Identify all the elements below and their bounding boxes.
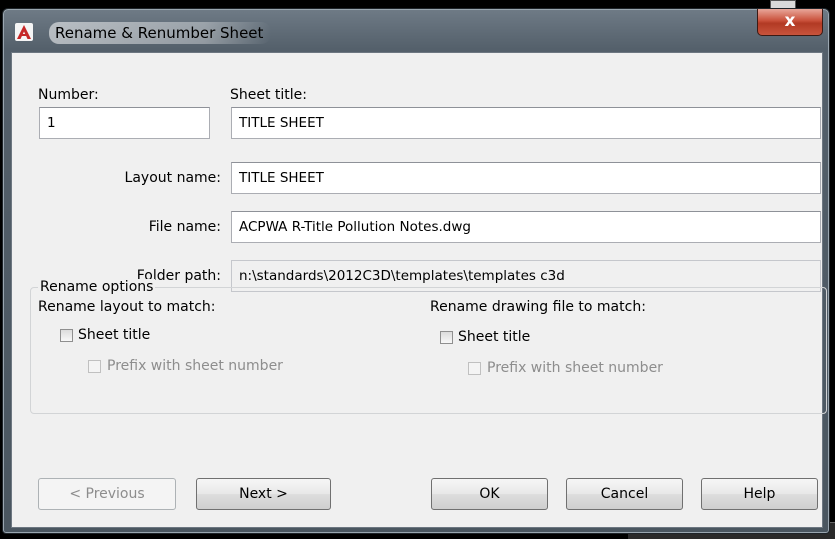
number-label: Number: [38, 87, 99, 103]
title-bar[interactable]: Rename & Renumber Sheet x [3, 9, 829, 51]
file-name-label: File name: [148, 219, 221, 235]
ok-button[interactable]: OK [431, 478, 548, 510]
help-button[interactable]: Help [701, 478, 818, 510]
close-icon: x [784, 11, 796, 31]
rename-drawing-heading: Rename drawing file to match: [430, 299, 646, 315]
cancel-button[interactable]: Cancel [566, 478, 683, 510]
rename-layout-heading: Rename layout to match: [38, 299, 216, 315]
previous-button[interactable]: < Previous [38, 478, 176, 510]
layout-name-label: Layout name: [124, 170, 221, 186]
drawing-prefix-label: Prefix with sheet number [487, 360, 663, 376]
layout-prefix-checkbox[interactable] [88, 360, 101, 373]
rename-options-legend: Rename options [38, 279, 156, 296]
rename-renumber-dialog: Rename & Renumber Sheet x Number: 1 Shee… [2, 8, 830, 534]
drawing-sheet-title-checkbox[interactable] [440, 331, 453, 344]
file-name-input[interactable]: ACPWA R-Title Pollution Notes.dwg [231, 211, 821, 243]
layout-sheet-title-label[interactable]: Sheet title [78, 327, 150, 344]
sheet-title-input[interactable]: TITLE SHEET [231, 107, 821, 139]
number-input[interactable]: 1 [39, 107, 210, 139]
sheet-title-label: Sheet title: [230, 87, 308, 103]
next-button[interactable]: Next > [196, 478, 331, 510]
layout-name-input[interactable]: TITLE SHEET [231, 162, 821, 194]
close-button[interactable]: x [757, 9, 823, 36]
layout-sheet-title-checkbox[interactable] [60, 329, 73, 342]
drawing-sheet-title-label[interactable]: Sheet title [458, 329, 530, 346]
layout-prefix-label: Prefix with sheet number [107, 358, 283, 374]
drawing-prefix-checkbox[interactable] [468, 362, 481, 375]
dialog-title: Rename & Renumber Sheet [49, 22, 272, 44]
autocad-a-icon [15, 23, 33, 41]
